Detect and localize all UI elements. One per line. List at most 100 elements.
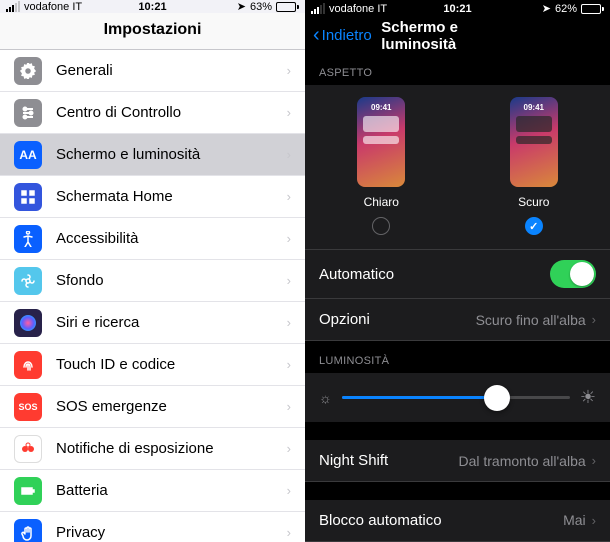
page-title: Schermo e luminosità xyxy=(381,19,534,53)
switches-icon xyxy=(14,99,42,127)
auto-lock-value: Mai xyxy=(563,512,586,528)
chevron-right-icon: › xyxy=(287,525,291,540)
auto-lock-row[interactable]: Blocco automatico Mai › xyxy=(305,500,610,542)
display-brightness-screen: vodafone IT 10:21 ➤ 62% ‹ Indietro Scher… xyxy=(305,0,610,542)
chevron-right-icon: › xyxy=(592,513,596,528)
settings-list: Generali › Centro di Controllo › AA Schermo e… xyxy=(0,50,305,542)
settings-row-label: Schermo e luminosità xyxy=(56,146,273,163)
settings-row-exposure[interactable]: Notifiche di esposizione › xyxy=(0,428,305,470)
settings-row-label: Touch ID e codice xyxy=(56,356,273,373)
radio-unchecked-icon[interactable] xyxy=(372,217,390,235)
chevron-right-icon: › xyxy=(287,231,291,246)
signal-bars-icon xyxy=(311,3,325,14)
light-preview-icon: 09:41 xyxy=(357,97,405,187)
options-value: Scuro fino all'alba xyxy=(476,312,586,328)
settings-row-label: Sfondo xyxy=(56,272,273,289)
clock: 10:21 xyxy=(443,3,471,15)
chevron-right-icon: › xyxy=(287,273,291,288)
battery-icon xyxy=(14,477,42,505)
chevron-right-icon: › xyxy=(287,441,291,456)
chevron-right-icon: › xyxy=(287,189,291,204)
automatic-toggle[interactable] xyxy=(550,260,596,288)
hand-icon xyxy=(14,519,42,542)
status-bar: vodafone IT 10:21 ➤ 62% xyxy=(305,0,610,18)
settings-row-battery[interactable]: Batteria › xyxy=(0,470,305,512)
settings-row-figure[interactable]: Accessibilità › xyxy=(0,218,305,260)
fingerprint-icon xyxy=(14,351,42,379)
settings-row-label: Generali xyxy=(56,62,273,79)
sun-small-icon: ☼ xyxy=(319,390,332,406)
chevron-right-icon: › xyxy=(287,357,291,372)
battery-icon xyxy=(581,4,604,14)
battery-percent: 63% xyxy=(250,1,272,13)
chevron-right-icon: › xyxy=(287,63,291,78)
light-label: Chiaro xyxy=(364,195,399,209)
settings-row-sos[interactable]: SOS SOS emergenze › xyxy=(0,386,305,428)
aa-icon: AA xyxy=(14,141,42,169)
options-label: Opzioni xyxy=(319,311,476,328)
battery-icon xyxy=(276,2,299,12)
signal-bars-icon xyxy=(6,1,20,12)
chevron-left-icon: ‹ xyxy=(313,24,320,47)
location-arrow-icon: ➤ xyxy=(237,0,246,13)
appearance-group: 09:41 Chiaro 09:41 Scuro Automatico Opzi… xyxy=(305,85,610,341)
settings-row-flower[interactable]: Sfondo › xyxy=(0,260,305,302)
carrier-label: vodafone IT xyxy=(24,1,82,13)
settings-row-siri[interactable]: Siri e ricerca › xyxy=(0,302,305,344)
chevron-right-icon: › xyxy=(287,483,291,498)
chevron-right-icon: › xyxy=(287,105,291,120)
night-shift-label: Night Shift xyxy=(319,452,458,469)
automatic-row: Automatico xyxy=(305,250,610,299)
flower-icon xyxy=(14,267,42,295)
settings-row-label: SOS emergenze xyxy=(56,398,273,415)
chevron-right-icon: › xyxy=(287,315,291,330)
settings-row-aa[interactable]: AA Schermo e luminosità › xyxy=(0,134,305,176)
radio-checked-icon[interactable] xyxy=(525,217,543,235)
back-label: Indietro xyxy=(322,27,372,44)
settings-row-label: Batteria xyxy=(56,482,273,499)
nav-bar: ‹ Indietro Schermo e luminosità xyxy=(305,18,610,54)
settings-row-label: Schermata Home xyxy=(56,188,273,205)
battery-percent: 62% xyxy=(555,3,577,15)
page-title: Impostazioni xyxy=(0,13,305,50)
settings-root-screen: vodafone IT 10:21 ➤ 63% Impostazioni Gen… xyxy=(0,0,305,542)
appearance-option-light[interactable]: 09:41 Chiaro xyxy=(357,97,405,235)
exposure-icon xyxy=(14,435,42,463)
settings-row-label: Siri e ricerca xyxy=(56,314,273,331)
settings-row-label: Notifiche di esposizione xyxy=(56,440,273,457)
back-button[interactable]: ‹ Indietro xyxy=(313,24,372,47)
gear-icon xyxy=(14,57,42,85)
settings-row-label: Privacy xyxy=(56,524,273,541)
appearance-option-dark[interactable]: 09:41 Scuro xyxy=(510,97,558,235)
options-row[interactable]: Opzioni Scuro fino all'alba › xyxy=(305,299,610,341)
chevron-right-icon: › xyxy=(287,147,291,162)
dark-preview-icon: 09:41 xyxy=(510,97,558,187)
dark-label: Scuro xyxy=(518,195,549,209)
location-arrow-icon: ➤ xyxy=(542,2,551,15)
chevron-right-icon: › xyxy=(592,453,596,468)
brightness-slider-row: ☼ ☀ xyxy=(305,373,610,422)
siri-icon xyxy=(14,309,42,337)
section-header-brightness: LUMINOSITÀ xyxy=(305,341,610,373)
auto-lock-label: Blocco automatico xyxy=(319,512,563,529)
brightness-slider[interactable] xyxy=(342,396,570,399)
settings-row-switches[interactable]: Centro di Controllo › xyxy=(0,92,305,134)
night-shift-row[interactable]: Night Shift Dal tramonto all'alba › xyxy=(305,440,610,482)
grid-icon xyxy=(14,183,42,211)
settings-row-grid[interactable]: Schermata Home › xyxy=(0,176,305,218)
chevron-right-icon: › xyxy=(592,312,596,327)
sun-large-icon: ☀ xyxy=(580,387,596,408)
automatic-label: Automatico xyxy=(319,266,550,283)
settings-row-fingerprint[interactable]: Touch ID e codice › xyxy=(0,344,305,386)
status-bar: vodafone IT 10:21 ➤ 63% xyxy=(0,0,305,13)
sos-icon: SOS xyxy=(14,393,42,421)
chevron-right-icon: › xyxy=(287,399,291,414)
settings-row-label: Accessibilità xyxy=(56,230,273,247)
settings-row-hand[interactable]: Privacy › xyxy=(0,512,305,542)
settings-row-gear[interactable]: Generali › xyxy=(0,50,305,92)
carrier-label: vodafone IT xyxy=(329,3,387,15)
section-header-appearance: ASPETTO xyxy=(305,53,610,85)
night-shift-value: Dal tramonto all'alba xyxy=(458,453,585,469)
settings-row-label: Centro di Controllo xyxy=(56,104,273,121)
clock: 10:21 xyxy=(138,1,166,13)
